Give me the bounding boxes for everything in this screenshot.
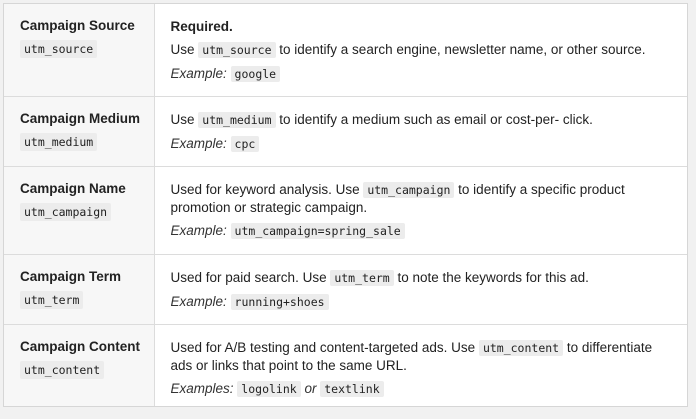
param-name: Campaign Medium xyxy=(20,110,141,126)
description-code: utm_source xyxy=(198,42,276,58)
description-text: to identify a search engine, newsletter … xyxy=(275,42,646,57)
description-text: to identify a medium such as email or co… xyxy=(275,111,593,127)
description-text: Used for keyword analysis. Use xyxy=(170,181,364,197)
table-row: Campaign Name utm_campaign Used for keyw… xyxy=(4,166,687,255)
param-description: Use utm_source to identify a search engi… xyxy=(171,41,670,59)
param-example: Example: utm_campaign=spring_sale xyxy=(171,222,670,240)
example-code: cpc xyxy=(230,135,260,152)
example-label: Example: xyxy=(170,135,227,151)
description-text: Use xyxy=(170,42,199,57)
example-code: running+shoes xyxy=(230,293,329,310)
param-example: Example: cpc xyxy=(171,135,670,153)
param-code: utm_medium xyxy=(20,132,98,151)
param-name-cell: Campaign Term utm_term xyxy=(4,254,155,325)
param-name: Campaign Name xyxy=(20,180,126,196)
table-row: Campaign Content utm_content Used for A/… xyxy=(4,324,687,406)
description-text: Used for A/B testing and content-targete… xyxy=(170,339,479,355)
param-example: Example: google xyxy=(171,65,670,83)
description-text: to note the keywords for this ad. xyxy=(393,269,589,285)
param-description-cell: Use utm_medium to identify a medium such… xyxy=(154,96,687,167)
param-code: utm_term xyxy=(20,290,84,309)
example-code: google xyxy=(230,66,281,82)
table-row: Campaign Medium utm_medium Use utm_mediu… xyxy=(4,96,687,167)
utm-parameters-table: Campaign Source utm_source Required. Use… xyxy=(4,4,687,406)
param-description-cell: Required. Use utm_source to identify a s… xyxy=(154,4,687,97)
param-name-cell: Campaign Source utm_source xyxy=(4,4,155,97)
table-row: Campaign Source utm_source Required. Use… xyxy=(4,4,687,97)
param-description: Use utm_medium to identify a medium such… xyxy=(171,111,670,129)
param-description-cell: Used for A/B testing and content-targete… xyxy=(154,324,687,406)
param-name-cell: Campaign Medium utm_medium xyxy=(4,96,155,167)
example-code: logolink xyxy=(237,380,301,397)
description-text: Use xyxy=(170,111,199,127)
example-label: Example: xyxy=(170,66,227,81)
param-name-cell: Campaign Name utm_campaign xyxy=(4,166,155,255)
description-text: Used for paid search. Use xyxy=(170,269,331,285)
param-description-cell: Used for paid search. Use utm_term to no… xyxy=(154,254,687,325)
example-code: utm_campaign=spring_sale xyxy=(230,222,405,239)
param-code: utm_source xyxy=(20,40,98,58)
description-code: utm_term xyxy=(330,269,394,286)
param-description: Used for paid search. Use utm_term to no… xyxy=(171,269,670,287)
param-name: Campaign Source xyxy=(20,18,135,33)
param-name-cell: Campaign Content utm_content xyxy=(4,324,155,406)
description-code: utm_content xyxy=(478,339,564,356)
param-name: Campaign Content xyxy=(20,338,140,354)
param-description: Used for A/B testing and content-targete… xyxy=(171,339,670,374)
description-code: utm_campaign xyxy=(363,181,455,198)
description-code: utm_medium xyxy=(198,111,276,128)
example-label: Examples: xyxy=(170,380,234,396)
param-description-cell: Used for keyword analysis. Use utm_campa… xyxy=(154,166,687,255)
example-label: Example: xyxy=(170,222,227,238)
example-label: Example: xyxy=(170,293,227,309)
example-or-text: or xyxy=(304,380,317,396)
table-row: Campaign Term utm_term Used for paid sea… xyxy=(4,254,687,325)
required-label: Required. xyxy=(170,19,233,34)
param-description: Used for keyword analysis. Use utm_campa… xyxy=(171,181,670,216)
param-code: utm_campaign xyxy=(20,202,112,221)
utm-parameters-table-container: Campaign Source utm_source Required. Use… xyxy=(3,3,688,407)
param-name: Campaign Term xyxy=(20,268,122,284)
example-code: textlink xyxy=(320,380,384,397)
param-example: Examples: logolink or textlink xyxy=(171,380,670,398)
param-example: Example: running+shoes xyxy=(171,293,670,311)
param-code: utm_content xyxy=(20,360,105,379)
